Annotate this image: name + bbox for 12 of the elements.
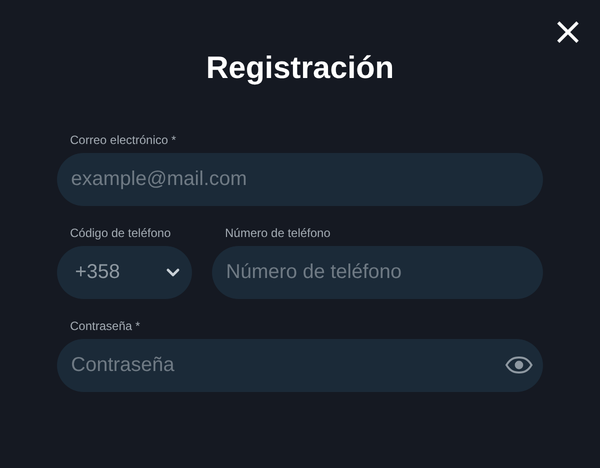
close-button[interactable]: × xyxy=(552,14,582,48)
password-field[interactable]: Contraseña xyxy=(57,339,543,392)
phone-number-field[interactable]: Número de teléfono xyxy=(212,246,543,299)
field-label: Código de teléfono xyxy=(69,226,172,240)
field-label: Correo electrónico * xyxy=(69,133,178,147)
eye-icon[interactable] xyxy=(505,356,533,374)
dialog-title: Registración xyxy=(206,50,394,86)
field-label: Número de teléfono xyxy=(224,226,332,240)
phone-code-select[interactable]: +358 xyxy=(57,246,192,299)
email-field[interactable]: example@mail.com xyxy=(57,153,543,206)
chevron-down-icon xyxy=(166,268,180,278)
field-label: Contraseña * xyxy=(69,319,142,333)
